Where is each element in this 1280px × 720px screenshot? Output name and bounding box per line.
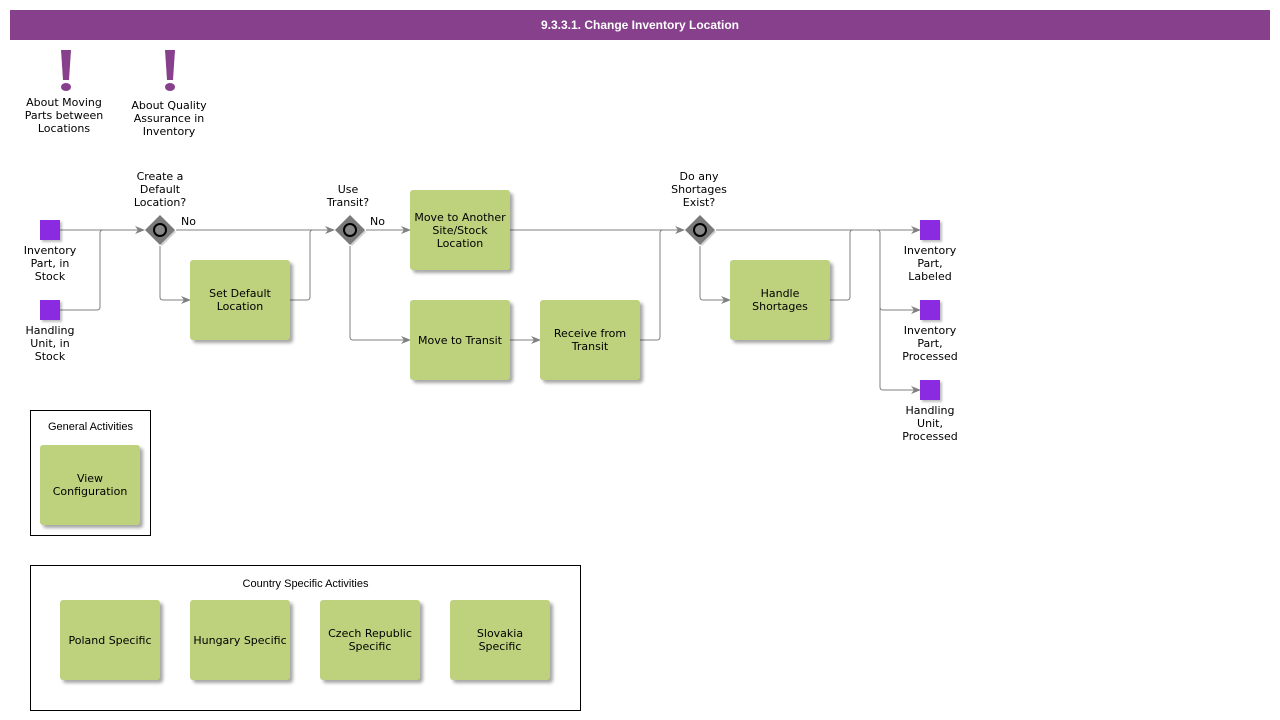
task-view-configuration[interactable]: View Configuration (40, 445, 140, 525)
branch-label-no: No (181, 215, 196, 228)
group-title-country: Country Specific Activities (242, 578, 369, 590)
task-hungary-specific[interactable]: Hungary Specific (190, 600, 290, 680)
gateway-create-default-location[interactable] (144, 214, 176, 246)
gateway-question-default-location: Create a Default Location? (133, 170, 187, 209)
data-label-inventory-part-labeled: Inventory Part, Labeled (903, 244, 957, 283)
data-object-inventory-part-processed[interactable] (920, 300, 940, 320)
task-move-to-another-site[interactable]: Move to Another Site/Stock Location (410, 190, 510, 270)
gateway-use-transit[interactable] (334, 214, 366, 246)
task-czech-republic-specific[interactable]: Czech Republic Specific (320, 600, 420, 680)
flow-receive-gw3 (640, 229, 664, 341)
gateway-circle-icon (693, 223, 707, 237)
gateway-circle-icon (343, 223, 357, 237)
gateway-question-shortages: Do any Shortages Exist? (671, 170, 727, 209)
data-object-handling-unit-processed[interactable] (920, 380, 940, 400)
task-set-default-location[interactable]: Set Default Location (190, 260, 290, 340)
group-general-activities: General Activities View Configuration (30, 410, 151, 536)
group-title-general: General Activities (48, 421, 133, 433)
task-move-to-transit[interactable]: Move to Transit (410, 300, 510, 380)
flow-gw1-set-default (159, 246, 191, 304)
gateway-question-use-transit: Use Transit? (326, 183, 370, 209)
data-label-handling-unit-processed: Handling Unit, Processed (902, 404, 958, 443)
flow-handle-shortages-merge (830, 229, 854, 301)
flow-set-default-gw2 (290, 229, 314, 301)
task-handle-shortages[interactable]: Handle Shortages (730, 260, 830, 340)
data-label-inventory-part-processed: Inventory Part, Processed (902, 324, 958, 363)
flow-gw2-move-transit (349, 246, 411, 344)
data-label-inventory-part-in-stock: Inventory Part, in Stock (23, 244, 77, 283)
task-poland-specific[interactable]: Poland Specific (60, 600, 160, 680)
task-receive-from-transit[interactable]: Receive from Transit (540, 300, 640, 380)
data-object-handling-unit-in-stock[interactable] (40, 300, 60, 320)
data-label-handling-unit-in-stock: Handling Unit, in Stock (25, 324, 75, 363)
gateway-shortages-exist[interactable] (684, 214, 716, 246)
branch-label-no: No (370, 215, 385, 228)
data-object-inventory-part-labeled[interactable] (920, 220, 940, 240)
flow-gw3-handle-shortages (699, 246, 731, 304)
task-slovakia-specific[interactable]: Slovakia Specific (450, 600, 550, 680)
group-country-specific-activities: Country Specific Activities Poland Speci… (30, 565, 581, 711)
data-object-inventory-part-in-stock[interactable] (40, 220, 60, 240)
gateway-circle-icon (153, 223, 167, 237)
